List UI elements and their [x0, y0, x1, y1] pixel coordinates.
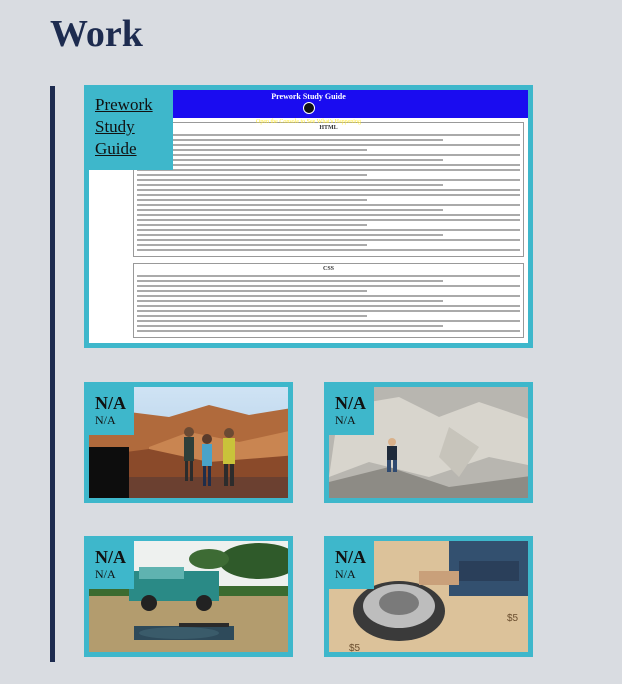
project-title[interactable]: N/A	[95, 393, 126, 413]
thumb-html-section: HTML	[133, 122, 524, 257]
project-title[interactable]: N/A	[95, 547, 126, 567]
project-subtitle: N/A	[335, 567, 356, 581]
project-subtitle: N/A	[335, 413, 356, 427]
logo-icon	[302, 102, 315, 114]
timeline-bar	[50, 86, 55, 662]
svg-text:$5: $5	[507, 613, 519, 624]
project-overlay: N/A N/A	[89, 541, 134, 589]
featured-title[interactable]: Prework Study Guide	[95, 94, 165, 160]
project-card[interactable]: N/A N/A	[84, 382, 293, 503]
svg-text:$5: $5	[349, 643, 361, 652]
project-card[interactable]: $5 $5 N/A N/A	[324, 536, 533, 657]
project-subtitle: N/A	[95, 567, 116, 581]
project-title[interactable]: N/A	[335, 547, 366, 567]
project-card[interactable]: N/A N/A	[84, 536, 293, 657]
project-title[interactable]: N/A	[335, 393, 366, 413]
project-subtitle: N/A	[95, 413, 116, 427]
featured-overlay: Prework Study Guide	[89, 90, 173, 170]
page-title: Work	[50, 13, 143, 55]
project-overlay: N/A N/A	[89, 387, 134, 435]
project-overlay: N/A N/A	[329, 541, 374, 589]
featured-project-card[interactable]: Prework Study Guide Open the Console to …	[84, 85, 533, 348]
project-overlay: N/A N/A	[329, 387, 374, 435]
project-card[interactable]: N/A N/A	[324, 382, 533, 503]
thumb-css-section: CSS	[133, 263, 524, 338]
